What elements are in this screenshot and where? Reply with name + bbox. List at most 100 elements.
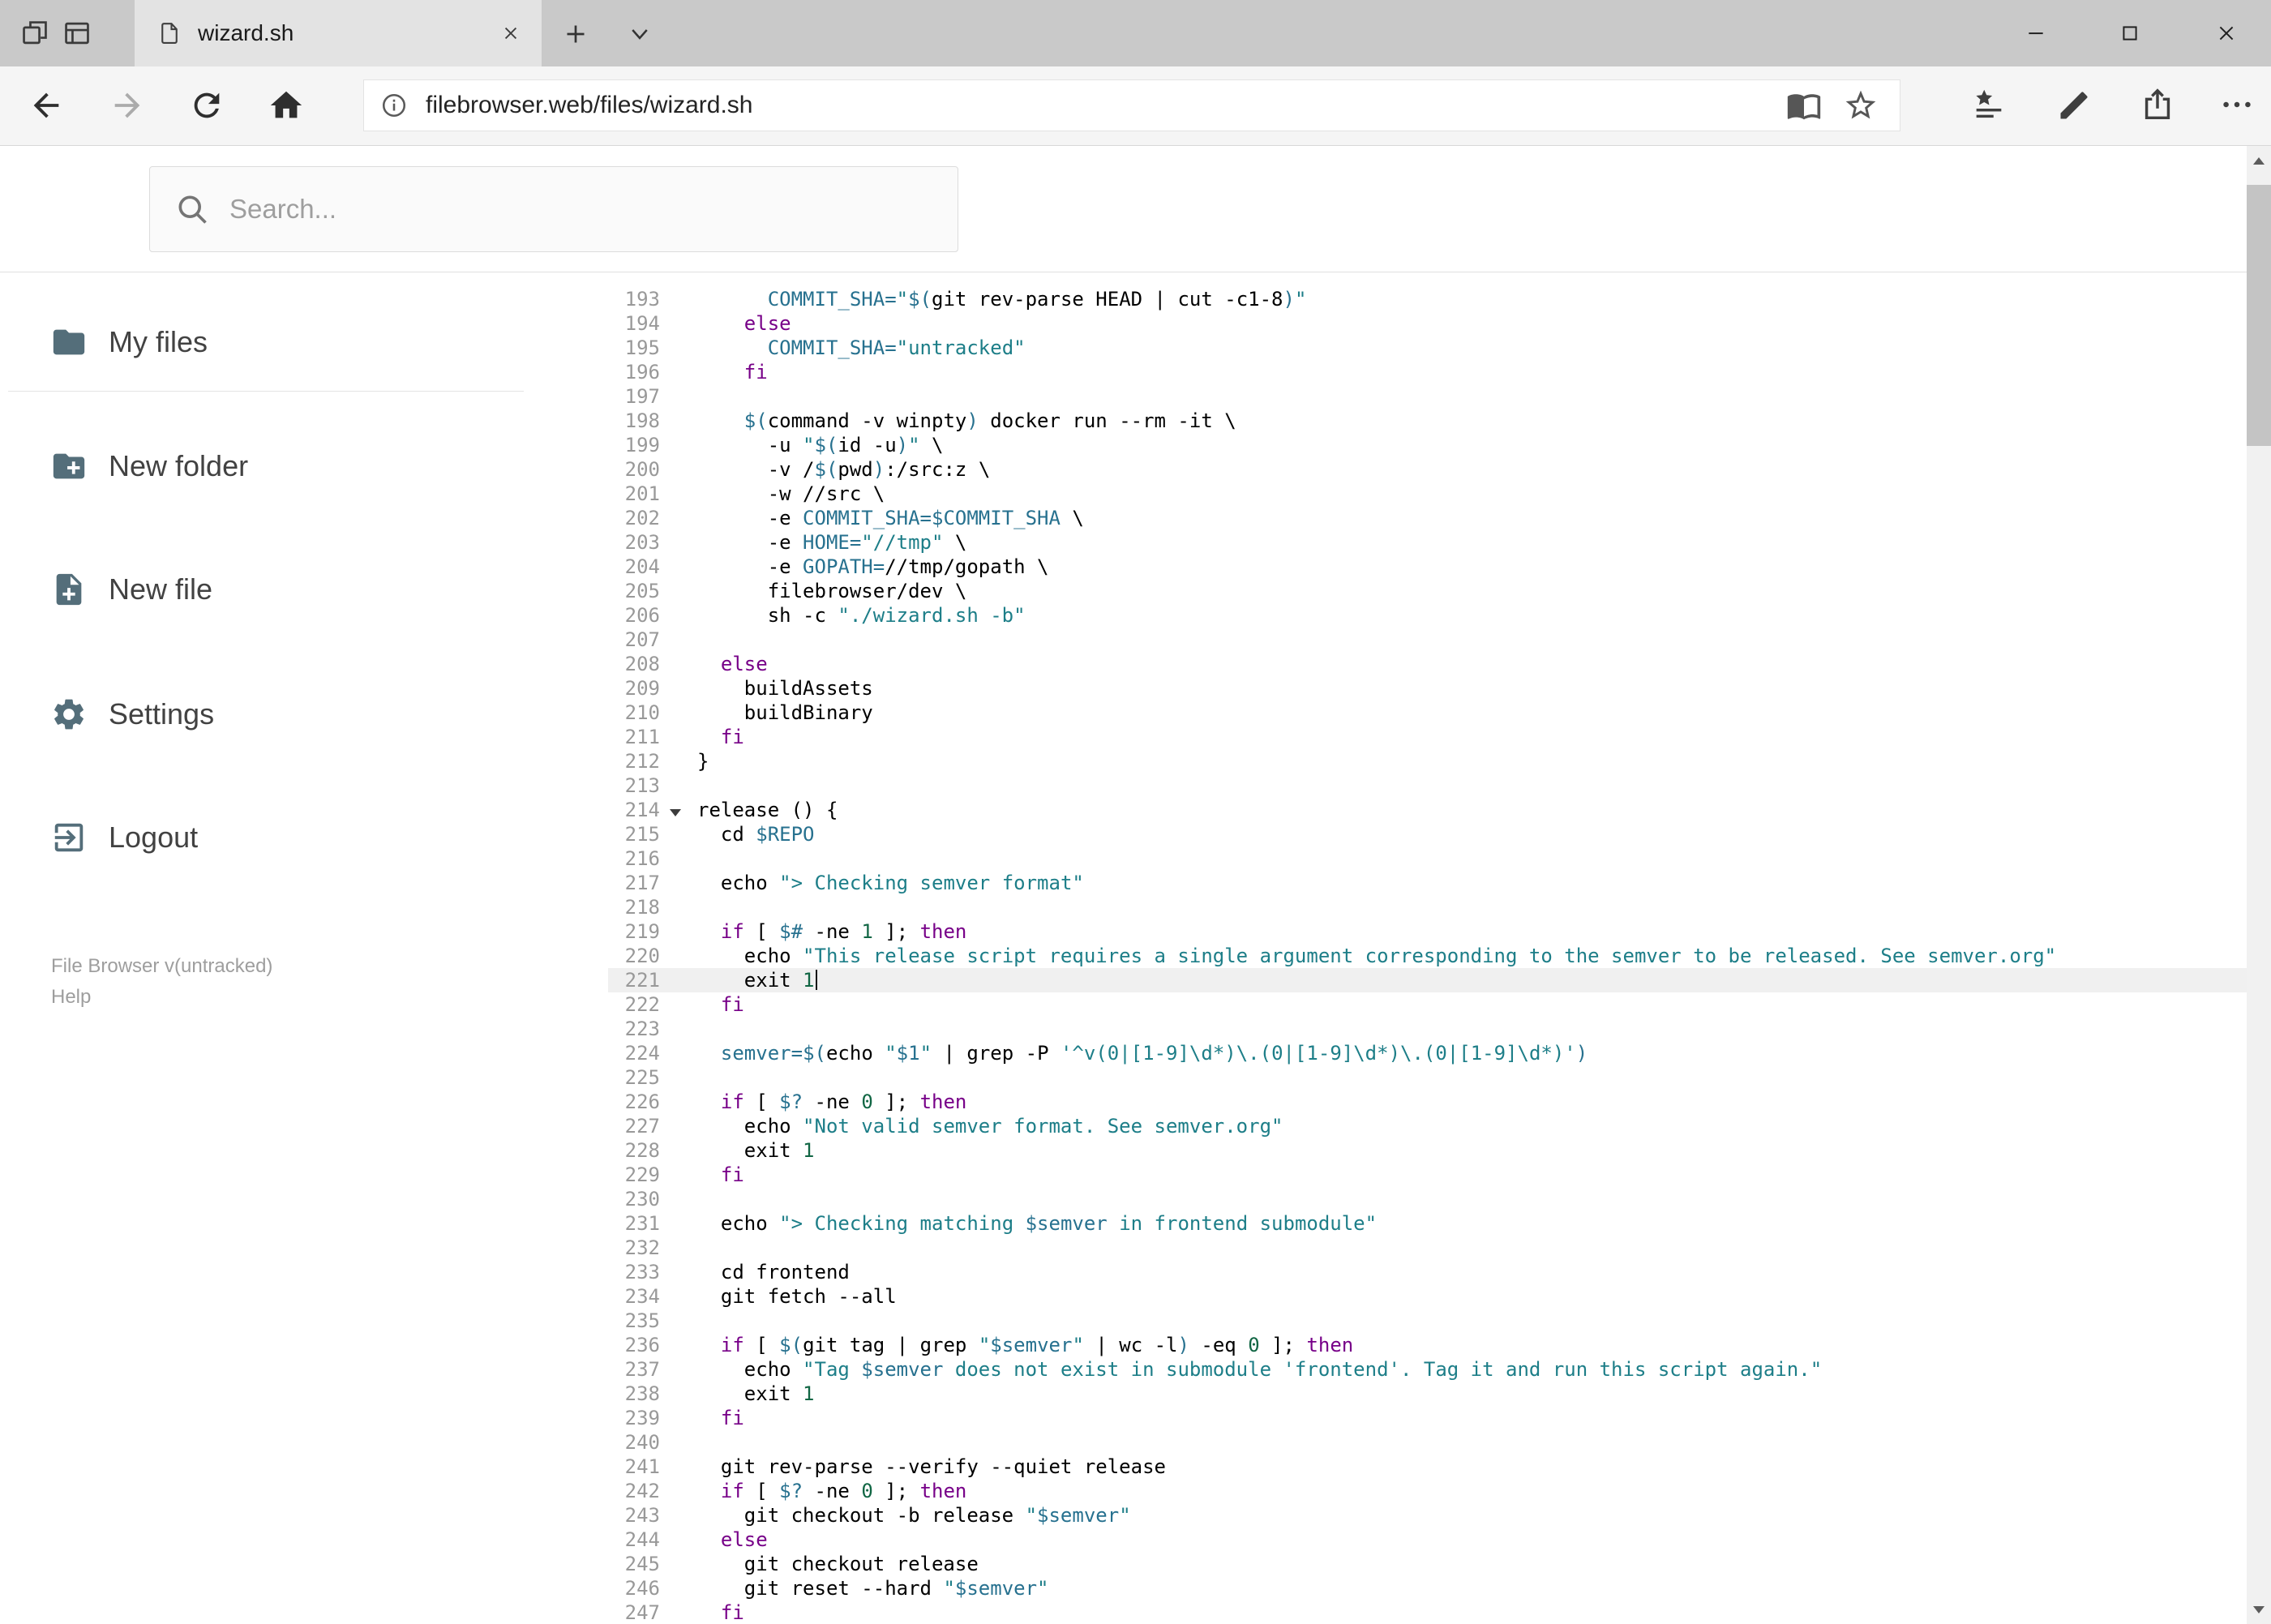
set-tabs-aside-button[interactable] <box>19 18 50 49</box>
sidebar-item-new-file[interactable]: New file <box>0 554 608 625</box>
code-line[interactable]: 241 git rev-parse --verify --quiet relea… <box>608 1455 2247 1479</box>
site-info-icon[interactable] <box>380 92 408 119</box>
code-line[interactable]: 226 if [ $? -ne 0 ]; then <box>608 1090 2247 1114</box>
scroll-up-button[interactable] <box>2247 146 2271 175</box>
new-tab-button[interactable] <box>561 19 590 49</box>
code-line[interactable]: 237 echo "Tag $semver does not exist in … <box>608 1357 2247 1382</box>
code-line[interactable]: 211 fi <box>608 725 2247 749</box>
code-line[interactable]: 244 else <box>608 1528 2247 1552</box>
code-line[interactable]: 221 exit 1 <box>608 968 2247 992</box>
reading-view-button[interactable] <box>1786 88 1822 123</box>
scroll-down-button[interactable] <box>2247 1595 2271 1624</box>
sidebar-item-my-files[interactable]: My files <box>0 306 608 378</box>
browser-tab[interactable]: wizard.sh <box>135 0 542 66</box>
scrollbar[interactable] <box>2247 146 2271 1624</box>
code-line[interactable]: 232 <box>608 1236 2247 1260</box>
sidebar-item-settings[interactable]: Settings <box>0 679 608 750</box>
code-line[interactable]: 240 <box>608 1430 2247 1455</box>
forward-button[interactable] <box>109 87 146 124</box>
code-editor[interactable]: 193 COMMIT_SHA="$(git rev-parse HEAD | c… <box>608 272 2247 1624</box>
code-line[interactable]: 207 <box>608 628 2247 652</box>
code-line[interactable]: 228 exit 1 <box>608 1138 2247 1163</box>
code-line[interactable]: 195 COMMIT_SHA="untracked" <box>608 336 2247 360</box>
code-line[interactable]: 224 semver=$(echo "$1" | grep -P '^v(0|[… <box>608 1041 2247 1065</box>
close-window-button[interactable] <box>2182 0 2271 66</box>
code-line[interactable]: 203 -e HOME="//tmp" \ <box>608 530 2247 555</box>
code-line[interactable]: 208 else <box>608 652 2247 676</box>
code-line[interactable]: 215 cd $REPO <box>608 822 2247 846</box>
home-button[interactable] <box>268 87 305 124</box>
code-line[interactable]: 198 $(command -v winpty) docker run --rm… <box>608 409 2247 433</box>
code-text: COMMIT_SHA="$(git rev-parse HEAD | cut -… <box>767 288 1307 311</box>
tab-close-button[interactable] <box>496 19 525 48</box>
code-line[interactable]: 245 git checkout release <box>608 1552 2247 1576</box>
line-number: 196 <box>624 361 660 384</box>
refresh-button[interactable] <box>188 87 225 124</box>
favorite-button[interactable] <box>1843 88 1879 123</box>
code-line[interactable]: 234 git fetch --all <box>608 1284 2247 1309</box>
code-line[interactable]: 233 cd frontend <box>608 1260 2247 1284</box>
fold-gutter <box>660 1552 697 1576</box>
code-line[interactable]: 218 <box>608 895 2247 919</box>
code-line[interactable]: 246 git reset --hard "$semver" <box>608 1576 2247 1600</box>
maximize-button[interactable] <box>2088 0 2172 66</box>
fold-marker-icon[interactable] <box>660 798 697 822</box>
code-line[interactable]: 243 git checkout -b release "$semver" <box>608 1503 2247 1528</box>
tab-preview-toggle[interactable] <box>628 24 652 44</box>
code-line[interactable]: 236 if [ $(git tag | grep "$semver" | wc… <box>608 1333 2247 1357</box>
page-icon <box>157 21 182 45</box>
code-line[interactable]: 197 <box>608 384 2247 409</box>
code-line[interactable]: 231 echo "> Checking matching $semver in… <box>608 1211 2247 1236</box>
code-line[interactable]: 193 COMMIT_SHA="$(git rev-parse HEAD | c… <box>608 287 2247 311</box>
address-bar[interactable]: filebrowser.web/files/wizard.sh <box>363 79 1900 131</box>
code-line[interactable]: 229 fi <box>608 1163 2247 1187</box>
code-line[interactable]: 201 -w //src \ <box>608 482 2247 506</box>
code-line[interactable]: 206 sh -c "./wizard.sh -b" <box>608 603 2247 628</box>
code-line[interactable]: 196 fi <box>608 360 2247 384</box>
search-input[interactable]: Search... <box>149 166 958 252</box>
code-line[interactable]: 212} <box>608 749 2247 773</box>
code-line[interactable]: 223 <box>608 1017 2247 1041</box>
code-line[interactable]: 199 -u "$(id -u)" \ <box>608 433 2247 457</box>
code-line[interactable]: 217 echo "> Checking semver format" <box>608 871 2247 895</box>
code-line[interactable]: 220 echo "This release script requires a… <box>608 944 2247 968</box>
share-button[interactable] <box>2139 86 2176 123</box>
code-line[interactable]: 213 <box>608 773 2247 798</box>
code-line[interactable]: 210 buildBinary <box>608 701 2247 725</box>
fold-gutter <box>660 846 697 871</box>
code-line[interactable]: 222 fi <box>608 992 2247 1017</box>
code-line[interactable]: 216 <box>608 846 2247 871</box>
help-link[interactable]: Help <box>51 986 91 1009</box>
tabs-set-aside-list-button[interactable] <box>62 18 92 49</box>
sidebar: My files New folder New file Settings Lo… <box>0 272 608 1624</box>
code-line[interactable]: 200 -v /$(pwd):/src:z \ <box>608 457 2247 482</box>
code-line[interactable]: 239 fi <box>608 1406 2247 1430</box>
sidebar-item-new-folder[interactable]: New folder <box>0 431 608 502</box>
minimize-button[interactable] <box>1994 0 2078 66</box>
web-note-button[interactable] <box>2056 88 2093 125</box>
sidebar-item-logout[interactable]: Logout <box>0 802 608 873</box>
code-line[interactable]: 227 echo "Not valid semver format. See s… <box>608 1114 2247 1138</box>
code-line[interactable]: 238 exit 1 <box>608 1382 2247 1406</box>
code-line[interactable]: 235 <box>608 1309 2247 1333</box>
code-line[interactable]: 204 -e GOPATH=//tmp/gopath \ <box>608 555 2247 579</box>
fold-gutter <box>660 749 697 773</box>
back-button[interactable] <box>28 87 65 124</box>
code-line[interactable]: 194 else <box>608 311 2247 336</box>
hub-button[interactable] <box>1970 86 2007 123</box>
code-line[interactable]: 202 -e COMMIT_SHA=$COMMIT_SHA \ <box>608 506 2247 530</box>
code-line[interactable]: 205 filebrowser/dev \ <box>608 579 2247 603</box>
more-options-button[interactable] <box>2218 86 2256 123</box>
code-text: git fetch --all <box>697 1285 897 1308</box>
fold-gutter <box>660 822 697 846</box>
code-line[interactable]: 225 <box>608 1065 2247 1090</box>
line-number: 206 <box>624 604 660 627</box>
code-line[interactable]: 230 <box>608 1187 2247 1211</box>
code-line[interactable]: 219 if [ $# -ne 1 ]; then <box>608 919 2247 944</box>
code-line[interactable]: 209 buildAssets <box>608 676 2247 701</box>
scrollbar-thumb[interactable] <box>2247 185 2271 446</box>
code-line[interactable]: 214 release () { <box>608 798 2247 822</box>
home-icon <box>270 91 302 118</box>
code-line[interactable]: 242 if [ $? -ne 0 ]; then <box>608 1479 2247 1503</box>
code-line[interactable]: 247 fi <box>608 1600 2247 1624</box>
